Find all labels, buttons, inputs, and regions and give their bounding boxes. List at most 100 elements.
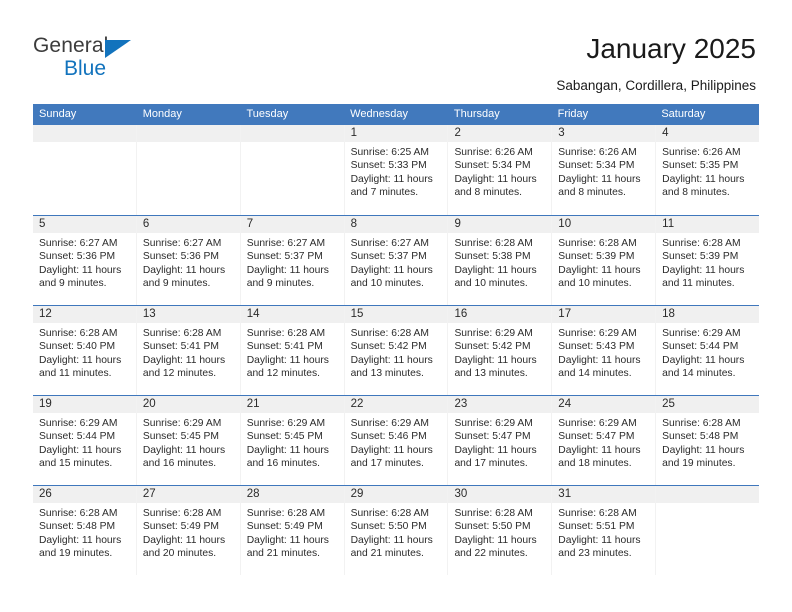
calendar-day-cell[interactable]: 4 Sunrise: 6:26 AM Sunset: 5:35 PM Daylight… (656, 125, 760, 215)
sunset-text: Sunset: 5:34 PM (454, 160, 531, 172)
day-details: Sunrise: 6:29 AM Sunset: 5:45 PM Daylight:… (241, 413, 344, 471)
calendar-day-cell[interactable]: 13 Sunrise: 6:28 AM Sunset: 5:41 PM Dayligh… (136, 306, 241, 395)
daylight-text-line1: Daylight: 11 hours (662, 354, 745, 366)
calendar-day-cell-empty (656, 486, 760, 575)
day-number: 7 (240, 216, 344, 233)
day-number: 31 (552, 486, 656, 503)
daylight-text-line1: Daylight: 11 hours (142, 444, 226, 456)
calendar-day-cell[interactable]: 27 Sunrise: 6:28 AM Sunset: 5:49 PM Dayligh… (136, 486, 241, 575)
calendar-day-cell[interactable]: 8 Sunrise: 6:27 AM Sunset: 5:37 PM Daylight… (344, 216, 449, 305)
sunrise-text: Sunrise: 6:29 AM (350, 418, 429, 429)
day-details: Sunrise: 6:25 AM Sunset: 5:33 PM Daylight:… (345, 142, 448, 200)
sunrise-text: Sunrise: 6:29 AM (246, 418, 326, 429)
sunset-text: Sunset: 5:50 PM (454, 521, 531, 533)
calendar-day-cell[interactable]: 22 Sunrise: 6:29 AM Sunset: 5:46 PM Dayligh… (344, 396, 449, 485)
daylight-text-line1: Daylight: 11 hours (350, 534, 433, 546)
general-blue-logo[interactable]: General Blue (33, 34, 233, 86)
daylight-text-line1: Daylight: 11 hours (142, 354, 226, 366)
daylight-text-line1: Daylight: 11 hours (39, 264, 122, 276)
day-number (240, 125, 344, 142)
sunrise-text: Sunrise: 6:28 AM (246, 328, 326, 339)
day-number: 4 (656, 125, 760, 142)
calendar-day-cell[interactable]: 3 Sunrise: 6:26 AM Sunset: 5:34 PM Daylight… (552, 125, 657, 215)
calendar-day-cell[interactable]: 25 Sunrise: 6:28 AM Sunset: 5:48 PM Dayligh… (656, 396, 760, 485)
day-details: Sunrise: 6:27 AM Sunset: 5:37 PM Daylight:… (345, 233, 448, 291)
calendar-day-cell[interactable]: 2 Sunrise: 6:26 AM Sunset: 5:34 PM Daylight… (448, 125, 553, 215)
daylight-text-line2: and 11 minutes. (662, 278, 735, 290)
calendar-day-cell[interactable]: 18 Sunrise: 6:29 AM Sunset: 5:44 PM Dayligh… (656, 306, 760, 395)
sunrise-text: Sunrise: 6:27 AM (142, 238, 222, 249)
calendar-day-cell[interactable]: 28 Sunrise: 6:28 AM Sunset: 5:49 PM Dayligh… (240, 486, 345, 575)
sunrise-text: Sunrise: 6:29 AM (662, 328, 741, 339)
calendar-day-cell-empty (33, 125, 137, 215)
daylight-text-line1: Daylight: 11 hours (558, 444, 641, 456)
calendar-day-cell[interactable]: 21 Sunrise: 6:29 AM Sunset: 5:45 PM Dayligh… (240, 396, 345, 485)
day-number: 26 (33, 486, 136, 503)
calendar-day-cell[interactable]: 16 Sunrise: 6:29 AM Sunset: 5:42 PM Dayligh… (448, 306, 553, 395)
daylight-text-line2: and 12 minutes. (142, 368, 217, 380)
calendar-day-cell[interactable]: 24 Sunrise: 6:29 AM Sunset: 5:47 PM Dayligh… (552, 396, 657, 485)
calendar-day-cell[interactable]: 26 Sunrise: 6:28 AM Sunset: 5:48 PM Dayligh… (33, 486, 137, 575)
day-number: 10 (552, 216, 656, 233)
sunset-text: Sunset: 5:45 PM (246, 431, 323, 443)
calendar-day-cell[interactable]: 30 Sunrise: 6:28 AM Sunset: 5:50 PM Dayligh… (448, 486, 553, 575)
daylight-text-line2: and 18 minutes. (558, 458, 632, 470)
day-number: 12 (33, 306, 136, 323)
calendar-day-cell[interactable]: 5 Sunrise: 6:27 AM Sunset: 5:36 PM Daylight… (33, 216, 137, 305)
daylight-text-line1: Daylight: 11 hours (246, 264, 329, 276)
sunset-text: Sunset: 5:39 PM (662, 251, 739, 263)
sunrise-text: Sunrise: 6:29 AM (142, 418, 222, 429)
daylight-text-line2: and 9 minutes. (39, 278, 107, 290)
calendar-day-cell[interactable]: 12 Sunrise: 6:28 AM Sunset: 5:40 PM Dayligh… (33, 306, 137, 395)
sunrise-text: Sunrise: 6:28 AM (142, 328, 222, 339)
calendar-grid: Sunday Monday Tuesday Wednesday Thursday Frid… (33, 104, 760, 575)
daylight-text-line1: Daylight: 11 hours (662, 444, 745, 456)
calendar-day-cell[interactable]: 9 Sunrise: 6:28 AM Sunset: 5:38 PM Daylight… (448, 216, 553, 305)
sunset-text: Sunset: 5:48 PM (39, 521, 116, 533)
day-number: 27 (136, 486, 240, 503)
day-number: 17 (552, 306, 656, 323)
daylight-text-line2: and 8 minutes. (558, 187, 626, 199)
calendar-day-cell[interactable]: 6 Sunrise: 6:27 AM Sunset: 5:36 PM Daylight… (136, 216, 241, 305)
sunset-text: Sunset: 5:45 PM (142, 431, 219, 443)
calendar-day-cell[interactable]: 7 Sunrise: 6:27 AM Sunset: 5:37 PM Daylight… (240, 216, 345, 305)
sunrise-text: Sunrise: 6:27 AM (39, 238, 118, 249)
daylight-text-line1: Daylight: 11 hours (246, 534, 329, 546)
calendar-day-cell[interactable]: 29 Sunrise: 6:28 AM Sunset: 5:50 PM Dayligh… (344, 486, 449, 575)
calendar-day-cell[interactable]: 17 Sunrise: 6:29 AM Sunset: 5:43 PM Dayligh… (552, 306, 657, 395)
calendar-day-cell[interactable]: 31 Sunrise: 6:28 AM Sunset: 5:51 PM Dayligh… (552, 486, 657, 575)
calendar-day-cell[interactable]: 11 Sunrise: 6:28 AM Sunset: 5:39 PM Dayligh… (656, 216, 760, 305)
calendar-week-row: 12 Sunrise: 6:28 AM Sunset: 5:40 PM Dayligh… (33, 305, 760, 395)
daylight-text-line1: Daylight: 11 hours (558, 264, 641, 276)
day-details: Sunrise: 6:27 AM Sunset: 5:37 PM Daylight:… (241, 233, 344, 291)
daylight-text-line2: and 10 minutes. (350, 278, 424, 290)
calendar-day-cell[interactable]: 19 Sunrise: 6:29 AM Sunset: 5:44 PM Dayligh… (33, 396, 137, 485)
calendar-day-cell[interactable]: 14 Sunrise: 6:28 AM Sunset: 5:41 PM Dayligh… (240, 306, 345, 395)
sunset-text: Sunset: 5:37 PM (350, 251, 427, 263)
sunrise-text: Sunrise: 6:29 AM (39, 418, 118, 429)
weekday-header-monday: Monday (142, 108, 182, 120)
day-details: Sunrise: 6:29 AM Sunset: 5:47 PM Daylight:… (448, 413, 551, 471)
daylight-text-line1: Daylight: 11 hours (454, 444, 537, 456)
day-number: 2 (448, 125, 552, 142)
daylight-text-line1: Daylight: 11 hours (350, 264, 433, 276)
calendar-day-cell[interactable]: 15 Sunrise: 6:28 AM Sunset: 5:42 PM Dayligh… (344, 306, 449, 395)
day-number: 28 (240, 486, 344, 503)
day-details: Sunrise: 6:27 AM Sunset: 5:36 PM Daylight:… (137, 233, 240, 291)
daylight-text-line2: and 21 minutes. (246, 548, 320, 560)
calendar-day-cell[interactable]: 10 Sunrise: 6:28 AM Sunset: 5:39 PM Dayligh… (552, 216, 657, 305)
day-number: 29 (344, 486, 448, 503)
calendar-day-cell[interactable]: 23 Sunrise: 6:29 AM Sunset: 5:47 PM Dayligh… (448, 396, 553, 485)
day-details: Sunrise: 6:28 AM Sunset: 5:49 PM Daylight:… (137, 503, 240, 561)
daylight-text-line2: and 8 minutes. (662, 187, 730, 199)
sunset-text: Sunset: 5:42 PM (454, 341, 531, 353)
day-details: Sunrise: 6:26 AM Sunset: 5:34 PM Daylight:… (552, 142, 655, 200)
day-number: 24 (552, 396, 656, 413)
day-details: Sunrise: 6:28 AM Sunset: 5:42 PM Daylight:… (345, 323, 448, 381)
day-number: 23 (448, 396, 552, 413)
sunset-text: Sunset: 5:37 PM (246, 251, 323, 263)
calendar-day-cell[interactable]: 1 Sunrise: 6:25 AM Sunset: 5:33 PM Daylight… (344, 125, 449, 215)
day-number: 30 (448, 486, 552, 503)
sunrise-text: Sunrise: 6:25 AM (350, 147, 429, 158)
calendar-day-cell[interactable]: 20 Sunrise: 6:29 AM Sunset: 5:45 PM Dayligh… (136, 396, 241, 485)
